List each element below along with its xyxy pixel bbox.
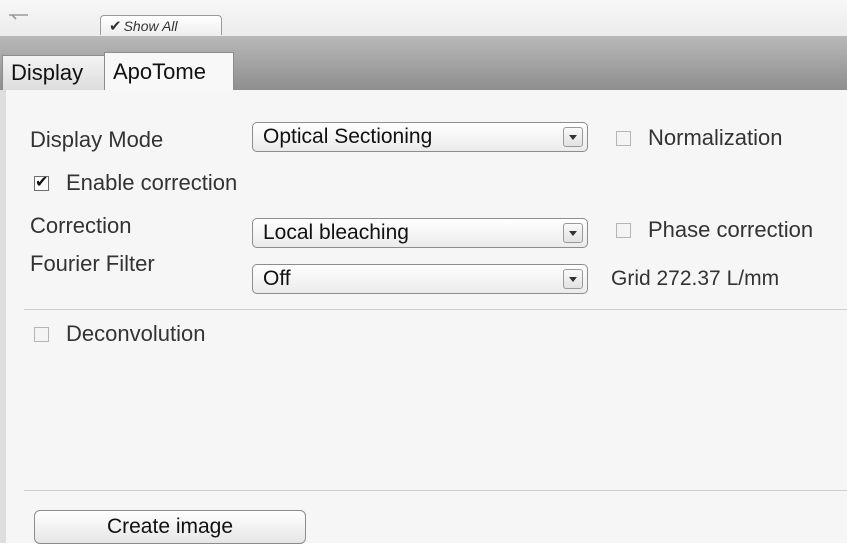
correction-value: Local bleaching [263,221,409,244]
chevron-down-icon[interactable] [563,269,583,289]
section-divider [24,309,847,310]
enable-correction-label: Enable correction [66,170,238,195]
phase-correction-checkbox[interactable] [616,223,631,238]
section-divider [24,490,847,491]
normalization-checkbox[interactable] [616,131,631,146]
normalization-label: Normalization [648,125,783,150]
create-image-button[interactable]: Create image [34,510,306,544]
grid-readout: Grid 272.37 L/mm [611,267,780,290]
fourier-filter-value: Off [263,267,291,290]
check-icon: ✔ [109,18,122,35]
apotome-panel [0,90,847,543]
show-all-toggle[interactable]: ✔ Show All [100,15,222,35]
deconvolution-checkbox[interactable] [34,327,49,342]
tab-display[interactable]: Display [2,55,106,91]
chevron-down-icon[interactable] [563,223,583,243]
phase-correction-label: Phase correction [648,217,814,242]
display-mode-value: Optical Sectioning [263,125,433,148]
tab-apotome[interactable]: ApoTome [104,52,234,92]
show-all-label: Show All [123,18,178,34]
display-mode-label: Display Mode [30,127,164,152]
correction-label: Correction [30,213,132,238]
fourier-filter-label: Fourier Filter [30,251,155,276]
correction-select[interactable]: Local bleaching [252,218,588,248]
pin-icon[interactable] [8,12,30,26]
chevron-down-icon[interactable] [563,127,583,147]
enable-correction-checkbox[interactable] [34,172,49,192]
deconvolution-label: Deconvolution [66,321,206,346]
display-mode-select[interactable]: Optical Sectioning [252,122,588,152]
fourier-filter-select[interactable]: Off [252,264,588,294]
panel-toolbar: ✔ Show All [0,0,847,37]
